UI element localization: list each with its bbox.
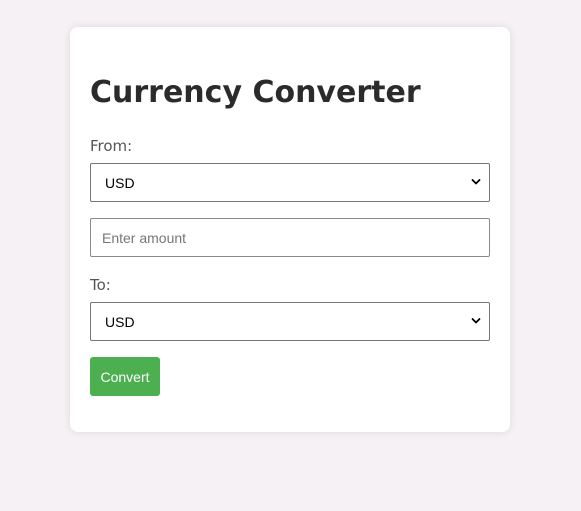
from-currency-select[interactable]: USD — [90, 163, 490, 202]
chevron-down-icon — [471, 318, 481, 324]
page-title: Currency Converter — [90, 75, 421, 110]
to-label: To: — [90, 276, 111, 294]
from-currency-value: USD — [105, 174, 135, 191]
from-label: From: — [90, 137, 133, 155]
converter-card: Currency Converter From: USD To: USD Con… — [70, 27, 510, 432]
chevron-down-icon — [471, 179, 481, 185]
amount-input[interactable] — [90, 218, 490, 257]
convert-button[interactable]: Convert — [90, 357, 160, 396]
to-currency-value: USD — [105, 313, 135, 330]
to-currency-select[interactable]: USD — [90, 302, 490, 341]
